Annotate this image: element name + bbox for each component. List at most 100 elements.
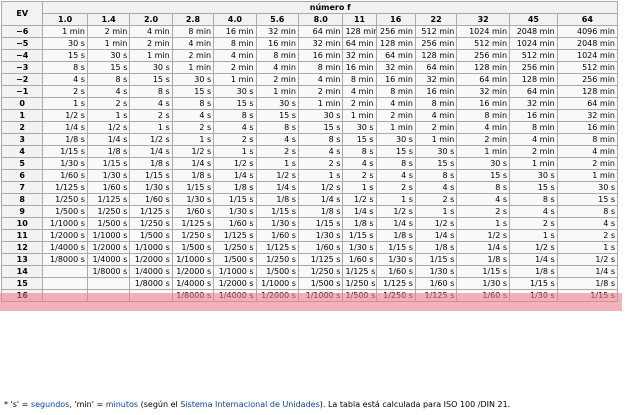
exposure-time-cell: 8 s bbox=[556, 205, 619, 218]
exposure-time-cell: 1/125 s bbox=[129, 205, 173, 218]
exposure-time-cell: 1/30 s bbox=[342, 241, 377, 254]
table-row: 8 1/250 s 1/125 s 1/60 s 1/30 s 1/15 s 1/8 s 1/… bbox=[0, 193, 619, 206]
link-minutos[interactable]: minutos bbox=[106, 400, 138, 409]
exposure-time-cell: 64 min bbox=[375, 49, 416, 62]
exposure-time-cell: 15 s bbox=[456, 169, 511, 182]
exposure-time-cell: 1/2 s bbox=[213, 157, 257, 170]
exposure-time-cell: 16 min bbox=[414, 85, 458, 98]
exposure-time-cell: 2 s bbox=[414, 193, 458, 206]
exposure-time-cell: 512 min bbox=[456, 37, 511, 50]
exposure-time-cell: 2 s bbox=[509, 217, 558, 230]
exposure-time-cell: 16 min bbox=[556, 121, 619, 134]
ev-column-header: EV bbox=[0, 1, 44, 26]
exposure-time-cell: 8 s bbox=[42, 61, 88, 74]
table-row: 9 1/500 s 1/250 s 1/125 s 1/60 s 1/30 s 1/15 s… bbox=[0, 205, 619, 218]
table-row: 15 1/8000 s 1/4000 s 1/2000 s 1/1000 s 1/500 … bbox=[0, 277, 619, 290]
table-row: 16 1/8000 s 1/4000 s 1/2000 s 1/1000 s 1/500 … bbox=[0, 289, 619, 302]
exposure-time-cell: 1/125 s bbox=[213, 229, 257, 242]
exposure-time-cell: 1/15 s bbox=[509, 277, 558, 290]
exposure-time-cell: 1 s bbox=[171, 133, 215, 146]
ev-row-header: −6 bbox=[0, 25, 44, 38]
exposure-time-cell: 1/500 s bbox=[171, 241, 215, 254]
exposure-time-cell: 1/2 s bbox=[456, 229, 511, 242]
exposure-time-cell: 1/60 s bbox=[342, 253, 377, 266]
exposure-time-cell: 1/8 s bbox=[375, 229, 416, 242]
link-sistema-internacional[interactable]: Sistema Internacional de Unidades bbox=[180, 400, 319, 409]
f-number-header-label: número f bbox=[309, 3, 351, 12]
ev-row-header: −4 bbox=[0, 49, 44, 62]
table-row: 14 1/8000 s 1/4000 s 1/2000 s 1/1000 s 1/500 … bbox=[0, 265, 619, 278]
exposure-time-cell: 2 min bbox=[129, 37, 173, 50]
exposure-time-cell: 1/15 s bbox=[456, 265, 511, 278]
exposure-time-cell: 1/8000 s bbox=[86, 265, 131, 278]
exposure-time-cell: 1/4000 s bbox=[86, 253, 131, 266]
f-number-header-cell: 64 bbox=[556, 13, 619, 26]
exposure-time-cell: 1/60 s bbox=[86, 181, 131, 194]
exposure-time-cell: 4 min bbox=[129, 25, 173, 38]
exposure-time-cell: 8 s bbox=[129, 85, 173, 98]
exposure-time-cell: 1 s bbox=[297, 169, 344, 182]
exposure-time-cell: 1 min bbox=[375, 121, 416, 134]
exposure-time-cell: 1/250 s bbox=[255, 253, 299, 266]
f-number-header-cell: 11 bbox=[342, 13, 377, 26]
exposure-time-cell: 8 s bbox=[414, 169, 458, 182]
exposure-time-cell: 8 s bbox=[456, 181, 511, 194]
exposure-time-cell: 32 min bbox=[297, 37, 344, 50]
exposure-time-cell: 1/30 s bbox=[86, 169, 131, 182]
exposure-time-cell: 8 s bbox=[297, 133, 344, 146]
exposure-time-cell: 1/30 s bbox=[129, 181, 173, 194]
exposure-time-cell: 2 min bbox=[556, 157, 619, 170]
exposure-time-cell: 1 min bbox=[556, 169, 619, 182]
exposure-time-cell: 1/30 s bbox=[375, 253, 416, 266]
exposure-time-cell: 1 s bbox=[342, 181, 377, 194]
exposure-time-cell: 1/2 s bbox=[171, 145, 215, 158]
ev-row-header: 1 bbox=[0, 109, 44, 122]
exposure-time-cell: 1/500 s bbox=[86, 217, 131, 230]
exposure-time-cell: 1/15 s bbox=[129, 169, 173, 182]
exposure-time-cell: 128 min bbox=[509, 73, 558, 86]
table-row: 7 1/125 s 1/60 s 1/30 s 1/15 s 1/8 s 1/4 s 1/2 … bbox=[0, 181, 619, 194]
exposure-time-cell: 1/2 s bbox=[375, 205, 416, 218]
exposure-time-cell: 8 s bbox=[255, 121, 299, 134]
ev-row-header: 12 bbox=[0, 241, 44, 254]
exposure-time-cell: 32 min bbox=[375, 61, 416, 74]
table-row: −5 30 s1 min 2 min 4 min 8 min 16 min 32 min 64… bbox=[0, 37, 619, 50]
exposure-time-cell: 15 s bbox=[213, 97, 257, 110]
exposure-time-cell: 1/2 s bbox=[42, 109, 88, 122]
table-row: 13 1/8000 s 1/4000 s 1/2000 s 1/1000 s 1/500 … bbox=[0, 253, 619, 266]
exposure-time-cell: 256 min bbox=[509, 61, 558, 74]
exposure-time-cell: 30 s bbox=[342, 121, 377, 134]
table-row: 3 1/8 s 1/4 s 1/2 s1 s2 s4 s8 s 15 s 30 s1 mi… bbox=[0, 133, 619, 146]
exposure-time-cell: 32 min bbox=[456, 85, 511, 98]
exposure-time-cell: 1/500 s bbox=[255, 265, 299, 278]
f-number-header-cell: 4.0 bbox=[213, 13, 257, 26]
exposure-time-cell: 8 s bbox=[375, 157, 416, 170]
exposure-time-cell: 512 min bbox=[509, 49, 558, 62]
f-number-header-cell: 8.0 bbox=[297, 13, 344, 26]
exposure-time-cell: 1 s bbox=[556, 241, 619, 254]
link-segundos[interactable]: segundos bbox=[31, 400, 69, 409]
exposure-time-cell: 4 s bbox=[213, 121, 257, 134]
exposure-time-cell: 1/8 s bbox=[297, 205, 344, 218]
exposure-time-cell: 2 s bbox=[342, 169, 377, 182]
exposure-time-cell: 1/8 s bbox=[342, 217, 377, 230]
exposure-time-cell: 512 min bbox=[414, 25, 458, 38]
exposure-time-cell: 4 min bbox=[456, 121, 511, 134]
exposure-time-cell: 1/15 s bbox=[171, 181, 215, 194]
exposure-time-cell: 1/8 s bbox=[129, 157, 173, 170]
exposure-time-cell: 1/30 s bbox=[414, 265, 458, 278]
exposure-time-cell: 32 min bbox=[414, 73, 458, 86]
exposure-time-cell: 15 s bbox=[375, 145, 416, 158]
exposure-time-cell bbox=[42, 277, 88, 290]
exposure-time-cell: 4 s bbox=[255, 133, 299, 146]
exposure-time-cell: 1/125 s bbox=[42, 181, 88, 194]
exposure-time-cell: 1/4 s bbox=[213, 169, 257, 182]
exposure-time-cell: 1/60 s bbox=[42, 169, 88, 182]
exposure-time-cell: 1/15 s bbox=[556, 289, 619, 302]
exposure-time-cell: 1/4 s bbox=[171, 157, 215, 170]
exposure-time-cell: 4 min bbox=[375, 97, 416, 110]
exposure-time-cell: 64 min bbox=[414, 61, 458, 74]
exposure-time-cell: 2 s bbox=[297, 157, 344, 170]
ev-row-header: −1 bbox=[0, 85, 44, 98]
exposure-time-cell: 8 s bbox=[171, 97, 215, 110]
